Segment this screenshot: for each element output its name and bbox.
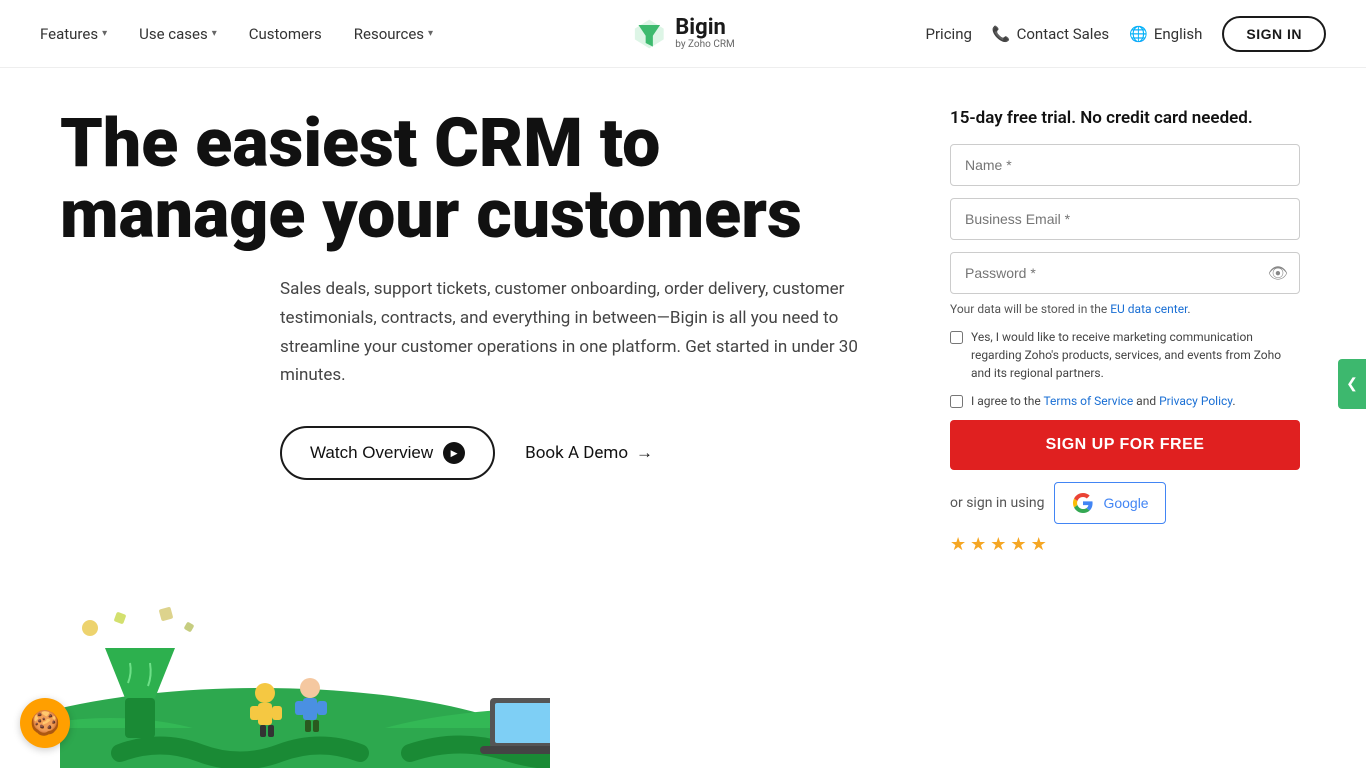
terms-checkbox[interactable] (950, 395, 963, 408)
nav-right: Pricing 📞 Contact Sales 🌐 English SIGN I… (926, 16, 1327, 52)
hero-buttons: Watch Overview ▶ Book A Demo → (280, 426, 930, 480)
star-5: ★ (1031, 534, 1047, 555)
logo-icon (631, 16, 667, 52)
nav-use-cases[interactable]: Use cases ▾ (139, 25, 217, 43)
hero-subtitle: Sales deals, support tickets, customer o… (280, 275, 900, 391)
signup-button[interactable]: SIGN UP FOR FREE (950, 420, 1300, 470)
nav-pricing[interactable]: Pricing (926, 25, 972, 43)
terms-label: I agree to the Terms of Service and Priv… (971, 392, 1236, 410)
password-wrapper: 👁 (950, 252, 1300, 294)
marketing-checkbox[interactable] (950, 331, 963, 344)
hero-illustration: ★★★★★ (60, 568, 550, 768)
nav-language[interactable]: 🌐 English (1129, 25, 1202, 43)
nav-customers[interactable]: Customers (249, 25, 322, 43)
or-row: or sign in using Google (950, 482, 1300, 524)
password-input[interactable] (950, 252, 1300, 294)
google-label: Google (1103, 495, 1148, 511)
terms-checkbox-row: I agree to the Terms of Service and Priv… (950, 392, 1300, 410)
chevron-down-icon: ▾ (428, 28, 433, 39)
illustration-area: ★★★★★ (60, 568, 550, 768)
star-4: ★ (1010, 534, 1026, 555)
sidebar-toggle[interactable]: ❮ (1338, 359, 1366, 409)
chevron-down-icon: ▾ (212, 28, 217, 39)
sign-in-button[interactable]: SIGN IN (1222, 16, 1326, 52)
google-signin-button[interactable]: Google (1054, 482, 1165, 524)
data-notice: Your data will be stored in the EU data … (950, 302, 1300, 316)
email-input[interactable] (950, 198, 1300, 240)
nav-features[interactable]: Features ▾ (40, 25, 107, 43)
privacy-link[interactable]: Privacy Policy (1159, 394, 1232, 408)
marketing-checkbox-row: Yes, I would like to receive marketing c… (950, 328, 1300, 382)
chevron-down-icon: ▾ (102, 28, 107, 39)
stars-row: ★ ★ ★ ★ ★ (950, 534, 1300, 555)
terms-link[interactable]: Terms of Service (1043, 394, 1133, 408)
star-3: ★ (990, 534, 1006, 555)
book-demo-button[interactable]: Book A Demo → (525, 443, 653, 463)
eu-data-center-link[interactable]: EU data center (1110, 302, 1187, 316)
logo-text: Bigin by Zoho CRM (675, 17, 734, 50)
google-icon (1071, 491, 1095, 515)
star-1: ★ (950, 534, 966, 555)
signup-form-panel: 15-day free trial. No credit card needed… (930, 108, 1300, 768)
nav-left: Features ▾ Use cases ▾ Customers Resourc… (40, 25, 433, 43)
arrow-right-icon: → (636, 443, 653, 463)
navbar: Features ▾ Use cases ▾ Customers Resourc… (0, 0, 1366, 68)
marketing-label: Yes, I would like to receive marketing c… (971, 328, 1300, 382)
hero-section: The easiest CRM to manage your customers… (60, 108, 930, 768)
or-text: or sign in using (950, 495, 1044, 511)
main-content: The easiest CRM to manage your customers… (0, 68, 1366, 768)
phone-icon: 📞 (992, 25, 1011, 43)
name-input[interactable] (950, 144, 1300, 186)
logo[interactable]: Bigin by Zoho CRM (631, 16, 734, 52)
watch-overview-button[interactable]: Watch Overview ▶ (280, 426, 495, 480)
nav-contact-sales[interactable]: 📞 Contact Sales (992, 25, 1109, 43)
play-icon: ▶ (443, 442, 465, 464)
eye-icon[interactable]: 👁 (1268, 264, 1288, 283)
nav-resources[interactable]: Resources ▾ (354, 25, 433, 43)
cookie-consent[interactable]: 🍪 (20, 698, 70, 748)
hero-title: The easiest CRM to manage your customers (60, 108, 880, 251)
trial-text: 15-day free trial. No credit card needed… (950, 108, 1300, 128)
star-2: ★ (970, 534, 986, 555)
globe-icon: 🌐 (1129, 25, 1148, 43)
